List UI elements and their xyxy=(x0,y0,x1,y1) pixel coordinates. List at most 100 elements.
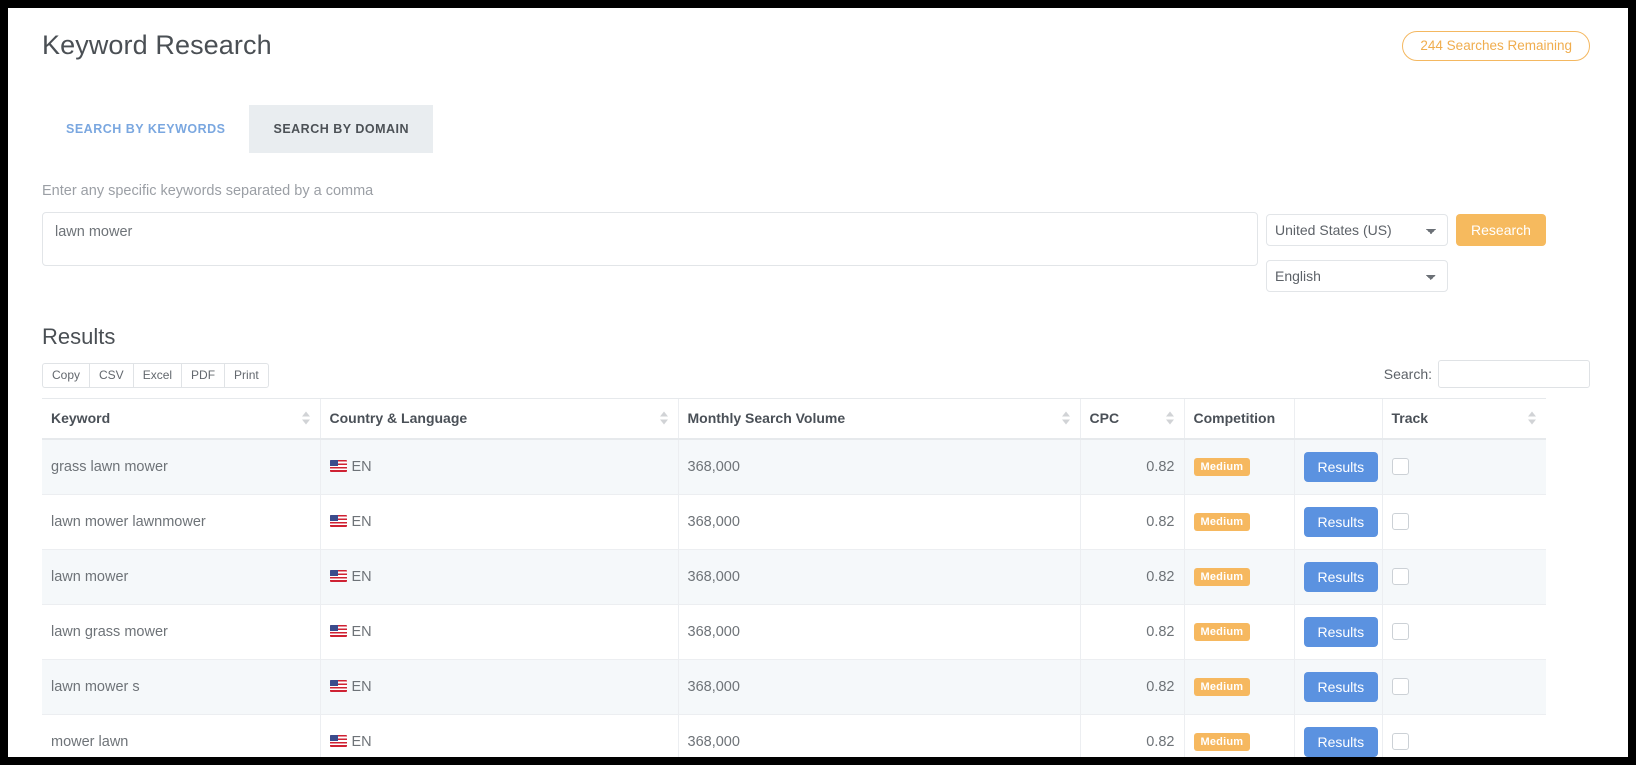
column-label: Country & Language xyxy=(329,410,468,427)
sort-icon[interactable] xyxy=(659,411,670,425)
table-row: lawn mower s EN 368,000 0.82 Medium Resu… xyxy=(42,659,1546,715)
cell-track xyxy=(1381,714,1546,757)
cell-keyword: lawn mower lawnmower xyxy=(42,494,320,550)
cell-monthly-search-volume: 368,000 xyxy=(677,549,1080,605)
language-code: EN xyxy=(351,513,372,530)
cell-country-language: EN xyxy=(319,714,678,757)
tab-search-by-domain[interactable]: SEARCH BY DOMAIN xyxy=(249,105,434,153)
us-flag-icon xyxy=(329,514,347,527)
column-header-cpc[interactable]: CPC xyxy=(1079,398,1184,440)
export-print-button[interactable]: Print xyxy=(224,363,269,388)
table-row: lawn mower lawnmower EN 368,000 0.82 Med… xyxy=(42,494,1546,550)
cell-country-language: EN xyxy=(319,494,678,550)
export-csv-button[interactable]: CSV xyxy=(89,363,133,388)
cell-competition: Medium xyxy=(1183,549,1294,605)
row-results-button[interactable]: Results xyxy=(1303,726,1379,757)
track-checkbox[interactable] xyxy=(1391,568,1409,585)
column-header-country-language[interactable]: Country & Language xyxy=(319,398,678,440)
cell-keyword: lawn grass mower xyxy=(42,604,320,660)
cell-track xyxy=(1381,604,1546,660)
cell-action: Results xyxy=(1293,438,1382,495)
competition-badge: Medium xyxy=(1193,677,1251,696)
cell-cpc: 0.82 xyxy=(1079,494,1184,550)
row-results-button[interactable]: Results xyxy=(1303,671,1379,702)
track-checkbox[interactable] xyxy=(1391,733,1409,750)
column-header-actions xyxy=(1293,398,1382,440)
cell-monthly-search-volume: 368,000 xyxy=(677,494,1080,550)
page-title: Keyword Research xyxy=(42,30,272,60)
cell-track xyxy=(1381,494,1546,550)
cell-action: Results xyxy=(1293,604,1382,660)
language-code: EN xyxy=(351,623,372,640)
keywords-hint-label: Enter any specific keywords separated by… xyxy=(42,183,374,199)
competition-badge: Medium xyxy=(1193,567,1251,586)
sort-icon[interactable] xyxy=(1165,411,1176,425)
us-flag-icon xyxy=(329,624,347,637)
results-table-container: Keyword Country & Language Monthly Searc… xyxy=(42,398,1546,757)
track-checkbox[interactable] xyxy=(1391,458,1409,475)
track-checkbox[interactable] xyxy=(1391,513,1409,530)
table-search-input[interactable] xyxy=(1438,360,1590,388)
column-label: Track xyxy=(1391,410,1429,427)
column-label: CPC xyxy=(1089,410,1120,427)
column-header-monthly-search-volume[interactable]: Monthly Search Volume xyxy=(677,398,1080,440)
table-row: grass lawn mower EN 368,000 0.82 Medium … xyxy=(42,438,1546,495)
cell-track xyxy=(1381,438,1546,495)
keyword-results-table: Keyword Country & Language Monthly Searc… xyxy=(42,398,1546,757)
column-label: Competition xyxy=(1193,410,1276,427)
column-header-keyword[interactable]: Keyword xyxy=(42,398,320,440)
us-flag-icon xyxy=(329,569,347,582)
language-code: EN xyxy=(351,458,372,475)
column-header-competition[interactable]: Competition xyxy=(1183,398,1294,440)
competition-badge: Medium xyxy=(1193,457,1251,476)
cell-action: Results xyxy=(1293,659,1382,715)
search-mode-tabs: SEARCH BY KEYWORDS SEARCH BY DOMAIN xyxy=(42,105,434,153)
sort-icon[interactable] xyxy=(301,411,312,425)
row-results-button[interactable]: Results xyxy=(1303,561,1379,592)
cell-action: Results xyxy=(1293,494,1382,550)
row-results-button[interactable]: Results xyxy=(1303,451,1379,482)
cell-keyword: lawn mower xyxy=(42,549,320,605)
track-checkbox[interactable] xyxy=(1391,623,1409,640)
table-search-filter: Search: xyxy=(1384,360,1590,388)
row-results-button[interactable]: Results xyxy=(1303,616,1379,647)
sort-icon[interactable] xyxy=(1061,411,1072,425)
export-excel-button[interactable]: Excel xyxy=(132,363,182,388)
language-code: EN xyxy=(351,568,372,585)
page-content: Keyword Research 244 Searches Remaining … xyxy=(34,8,1602,757)
app-window: Keyword Research 244 Searches Remaining … xyxy=(8,8,1628,757)
sort-icon[interactable] xyxy=(1528,411,1538,425)
results-heading: Results xyxy=(42,324,116,349)
export-button-group: Copy CSV Excel PDF Print xyxy=(42,363,269,388)
tab-search-by-keywords[interactable]: SEARCH BY KEYWORDS xyxy=(42,105,249,153)
language-select[interactable]: English xyxy=(1266,260,1448,292)
cell-country-language: EN xyxy=(319,604,678,660)
cell-competition: Medium xyxy=(1183,438,1294,495)
cell-competition: Medium xyxy=(1183,714,1294,757)
keywords-input[interactable] xyxy=(42,212,1258,266)
table-row: mower lawn EN 368,000 0.82 Medium Result… xyxy=(42,714,1546,757)
table-search-label: Search: xyxy=(1383,366,1432,382)
cell-monthly-search-volume: 368,000 xyxy=(677,659,1080,715)
column-header-track[interactable]: Track xyxy=(1381,398,1546,440)
track-checkbox[interactable] xyxy=(1391,678,1409,695)
row-results-button[interactable]: Results xyxy=(1303,506,1379,537)
column-label: Monthly Search Volume xyxy=(687,410,846,427)
country-select[interactable]: United States (US) xyxy=(1266,214,1448,246)
cell-keyword: mower lawn xyxy=(42,714,320,757)
cell-monthly-search-volume: 368,000 xyxy=(677,714,1080,757)
cell-track xyxy=(1381,549,1546,605)
us-flag-icon xyxy=(329,734,347,747)
language-code: EN xyxy=(351,678,372,695)
export-copy-button[interactable]: Copy xyxy=(42,363,90,388)
searches-remaining-badge: 244 Searches Remaining xyxy=(1402,31,1590,61)
column-label: Keyword xyxy=(51,410,111,427)
cell-cpc: 0.82 xyxy=(1079,659,1184,715)
competition-badge: Medium xyxy=(1193,622,1251,641)
export-pdf-button[interactable]: PDF xyxy=(181,363,225,388)
competition-badge: Medium xyxy=(1193,512,1251,531)
research-button[interactable]: Research xyxy=(1456,214,1546,246)
cell-action: Results xyxy=(1293,714,1382,757)
cell-keyword: lawn mower s xyxy=(42,659,320,715)
competition-badge: Medium xyxy=(1193,732,1251,751)
